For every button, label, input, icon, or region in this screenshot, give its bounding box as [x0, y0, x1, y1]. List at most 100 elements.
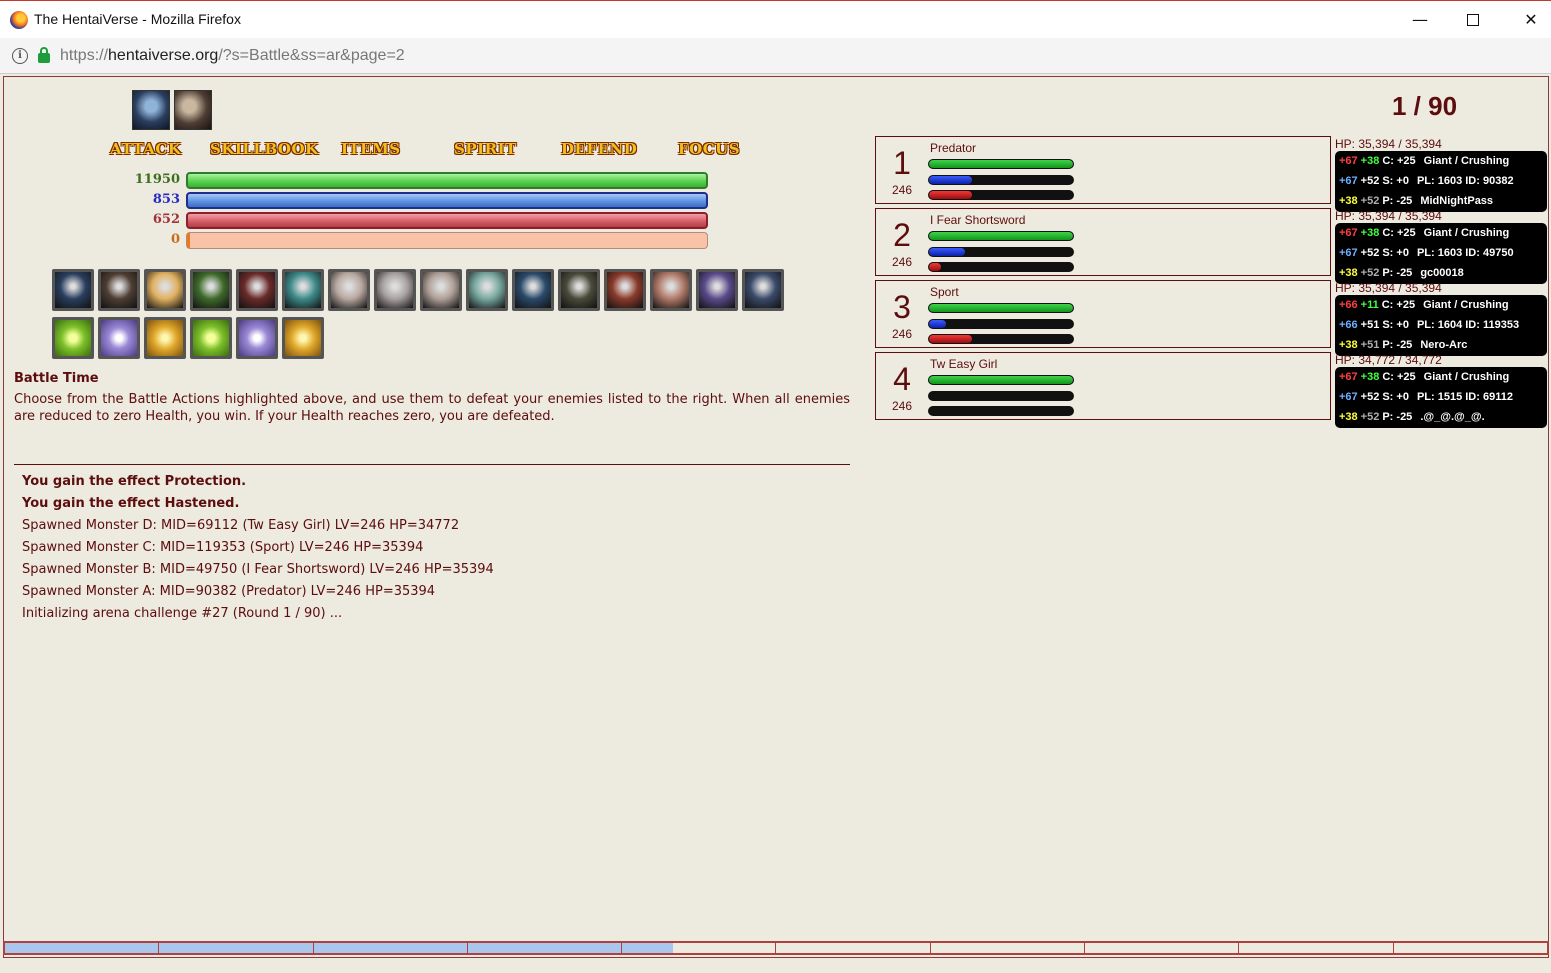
minimize-button[interactable]: —	[1397, 7, 1443, 33]
maximize-button[interactable]	[1450, 7, 1496, 33]
battle-title: Battle Time	[14, 371, 99, 386]
monster-mp-bar	[928, 175, 1074, 185]
tooltip-row: +67 +52 S: +0 PL: 1515 ID: 69112	[1339, 391, 1516, 405]
firefox-icon	[10, 11, 28, 29]
dash-icon[interactable]	[466, 269, 508, 311]
monk-icon[interactable]	[190, 269, 232, 311]
progress-segment	[313, 943, 468, 953]
tooltip-value: Giant / Crushing	[1423, 299, 1509, 311]
defend-button[interactable]: DEFEND	[561, 140, 637, 158]
monster-level: 246	[891, 327, 913, 341]
cleave-icon[interactable]	[374, 269, 416, 311]
close-button[interactable]: ✕	[1508, 7, 1551, 33]
tooltip-value: +67	[1339, 371, 1358, 383]
tooltip-value: .@_@.@_@.	[1420, 411, 1485, 423]
arena-progress-bar	[3, 941, 1549, 955]
monster-hp-fill	[929, 376, 1073, 384]
monster-hp-bar	[928, 303, 1074, 313]
attack-button[interactable]: ATTACK	[110, 140, 181, 158]
spirit-beast-icon[interactable]	[282, 269, 324, 311]
burst-icon[interactable]	[144, 269, 186, 311]
monster-hp-bar	[928, 159, 1074, 169]
spirit-potion-icon[interactable]	[282, 317, 324, 359]
monster-4[interactable]: 4 246 Tw Easy Girl	[875, 352, 1331, 420]
tooltip-row: +67 +38 C: +25 Giant / Crushing	[1339, 227, 1512, 241]
log-entry: You gain the effect Protection.	[22, 474, 247, 489]
url-text[interactable]: https://hentaiverse.org/?s=Battle&ss=ar&…	[60, 47, 405, 65]
skillbook-button[interactable]: SKILLBOOK	[210, 140, 319, 158]
monster-1[interactable]: 1 246 Predator	[875, 136, 1331, 204]
hastened-effect-icon[interactable]	[174, 90, 212, 130]
progress-segment	[1085, 943, 1240, 953]
tooltip-value: Giant / Crushing	[1423, 155, 1510, 167]
tooltip-row: +66 +51 S: +0 PL: 1604 ID: 119353	[1339, 319, 1522, 333]
health-potion-icon[interactable]	[190, 317, 232, 359]
tooltip-value: +38	[1339, 267, 1358, 279]
overcharge-value: 0	[170, 232, 180, 247]
battle-page: ATTACK SKILLBOOK ITEMS SPIRIT DEFEND FOC…	[3, 76, 1549, 958]
url-host: hentaiverse.org	[108, 47, 219, 64]
window-titlebar: The HentaiVerse - Mozilla Firefox — ✕	[0, 0, 1551, 38]
tooltip-value: +66	[1339, 299, 1358, 311]
tooltip-value: Giant / Crushing	[1423, 371, 1510, 383]
mana-potion-icon[interactable]	[236, 317, 278, 359]
warrior-icon[interactable]	[98, 269, 140, 311]
tooltip-value: P: -25	[1382, 339, 1413, 351]
shadow-icon[interactable]	[512, 269, 554, 311]
tooltip-value: +67	[1339, 391, 1358, 403]
lock-icon[interactable]	[38, 47, 50, 63]
tooltip-value: +67	[1339, 227, 1358, 239]
tooltip-value: +38	[1339, 339, 1358, 351]
hp-bar	[186, 172, 708, 189]
monster-3[interactable]: 3 246 Sport	[875, 280, 1331, 348]
tooltip-value: +51	[1360, 319, 1380, 331]
log-entry: Initializing arena challenge #27 (Round …	[22, 606, 343, 621]
monster-info-tooltip: +67 +38 C: +25 Giant / Crushing +67 +52 S: +0 P…	[1335, 223, 1547, 284]
log-entry: Spawned Monster A: MID=90382 (Predator) …	[22, 584, 436, 599]
phantom-icon[interactable]	[742, 269, 784, 311]
monster-sp-fill	[929, 263, 941, 271]
skull-icon[interactable]	[650, 269, 692, 311]
monster-hp-text: HP: 35,394 / 35,394	[1335, 137, 1442, 151]
mana-potion-icon[interactable]	[98, 317, 140, 359]
spirit-icon[interactable]	[52, 269, 94, 311]
spirit-button[interactable]: SPIRIT	[454, 140, 517, 158]
tooltip-value: C: +25	[1382, 155, 1416, 167]
strike-icon[interactable]	[420, 269, 462, 311]
protection-effect-icon[interactable]	[132, 90, 170, 130]
tooltip-value: PL: 1603 ID: 90382	[1416, 175, 1514, 187]
health-potion-icon[interactable]	[52, 317, 94, 359]
info-icon[interactable]: i	[12, 48, 28, 64]
berserker-icon[interactable]	[236, 269, 278, 311]
window-title: The HentaiVerse - Mozilla Firefox	[34, 11, 241, 27]
progress-segment	[159, 943, 314, 953]
hp-value: 11950	[134, 172, 180, 187]
monster-2[interactable]: 2 246 I Fear Shortsword	[875, 208, 1331, 276]
url-bar[interactable]: i https://hentaiverse.org/?s=Battle&ss=a…	[0, 38, 1551, 74]
monster-number: 4	[893, 361, 911, 397]
progress-segment	[776, 943, 931, 953]
progress-segment	[931, 943, 1086, 953]
tooltip-value: PL: 1604 ID: 119353	[1416, 319, 1520, 331]
tooltip-value: +38	[1360, 371, 1380, 383]
slash-icon[interactable]	[328, 269, 370, 311]
overcharge-bar	[186, 232, 708, 249]
log-entry: Spawned Monster D: MID=69112 (Tw Easy Gi…	[22, 518, 460, 533]
spirit-potion-icon[interactable]	[144, 317, 186, 359]
monster-sp-bar	[928, 406, 1074, 416]
tooltip-row: +38 +52 P: -25 gc00018	[1339, 267, 1467, 281]
sorcerer-icon[interactable]	[696, 269, 738, 311]
flame-warrior-icon[interactable]	[604, 269, 646, 311]
progress-segment	[467, 943, 623, 953]
tooltip-value: +52	[1360, 411, 1380, 423]
monster-name: Sport	[930, 285, 959, 299]
progress-segment	[1239, 943, 1394, 953]
monster-mp-fill	[929, 320, 947, 328]
focus-button[interactable]: FOCUS	[678, 140, 740, 158]
items-button[interactable]: ITEMS	[341, 140, 401, 158]
sp-bar	[186, 212, 708, 229]
tooltip-value: P: -25	[1382, 267, 1413, 279]
bearded-icon[interactable]	[558, 269, 600, 311]
monster-mp-bar	[928, 319, 1074, 329]
monster-hp-fill	[929, 232, 1073, 240]
